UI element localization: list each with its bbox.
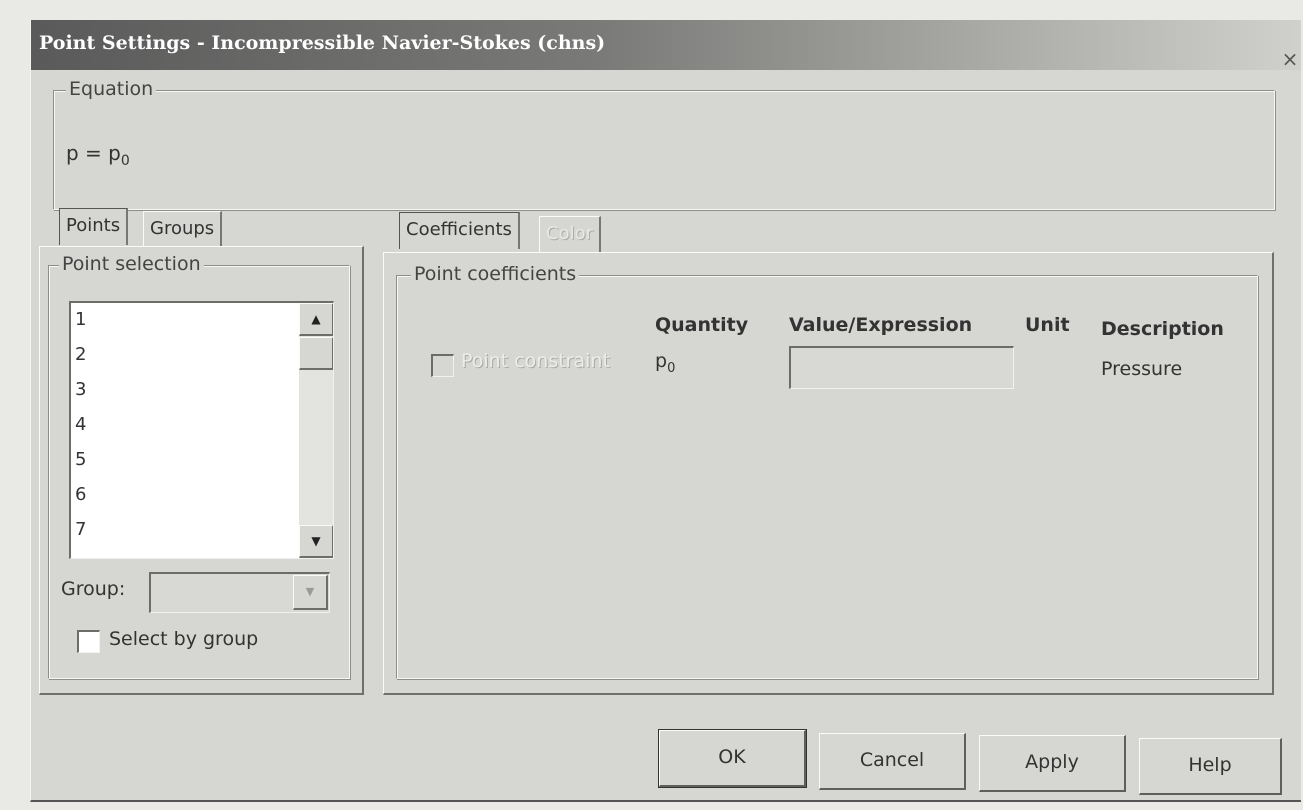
point-constraint-checkbox[interactable]	[431, 354, 454, 377]
point-coefficients-label: Point coefficients	[411, 263, 580, 285]
scroll-thumb[interactable]	[299, 337, 333, 370]
tab-color[interactable]: Color	[539, 216, 601, 253]
column-header-description: Description	[1101, 318, 1224, 340]
tab-groups[interactable]: Groups	[143, 211, 223, 248]
title-bar[interactable]: Point Settings - Incompressible Navier-S…	[31, 20, 1301, 70]
column-header-value: Value/Expression	[789, 314, 973, 336]
chevron-down-icon[interactable]: ▼	[293, 575, 328, 610]
list-scrollbar[interactable]: ▲ ▼	[299, 303, 333, 558]
list-item[interactable]: 6	[75, 485, 86, 505]
group-combo-label: Group:	[61, 578, 126, 600]
scroll-down-icon[interactable]: ▼	[299, 525, 333, 558]
apply-button[interactable]: Apply	[979, 735, 1126, 792]
point-settings-dialog: Point Settings - Incompressible Navier-S…	[30, 20, 1301, 802]
close-icon[interactable]: ×	[1281, 48, 1299, 70]
scroll-up-icon[interactable]: ▲	[299, 303, 333, 336]
equation-formula: p = p0	[66, 141, 130, 169]
quantity-symbol-main: p	[655, 350, 668, 372]
coefficients-tab-panel: Point coefficients Quantity Value/Expres…	[383, 252, 1274, 695]
ok-button[interactable]: OK	[658, 729, 807, 788]
quantity-symbol-subscript: 0	[667, 360, 676, 376]
description-value: Pressure	[1101, 358, 1183, 380]
list-item[interactable]: 2	[75, 345, 86, 365]
points-tab-panel: Point selection 1 2 3 4 5 6 7 ▲ ▼ Group:…	[39, 246, 364, 695]
column-header-unit: Unit	[1025, 314, 1070, 336]
equation-group-label: Equation	[66, 78, 157, 100]
point-constraint-label: Point constraint	[461, 350, 610, 372]
equation-group: Equation p = p0	[53, 78, 1275, 210]
window-title: Point Settings - Incompressible Navier-S…	[39, 32, 606, 54]
column-header-quantity: Quantity	[655, 314, 749, 336]
cancel-button[interactable]: Cancel	[819, 733, 966, 790]
tab-points[interactable]: Points	[59, 208, 129, 245]
list-item[interactable]: 3	[75, 380, 86, 400]
help-button[interactable]: Help	[1139, 738, 1282, 795]
select-by-group-checkbox[interactable]	[77, 630, 100, 653]
list-item[interactable]: 1	[75, 310, 86, 330]
tab-coefficients[interactable]: Coefficients	[399, 212, 520, 249]
select-by-group-label: Select by group	[109, 628, 259, 650]
list-item[interactable]: 5	[75, 450, 86, 470]
point-selection-label: Point selection	[59, 253, 204, 275]
value-expression-input[interactable]	[789, 346, 1014, 389]
point-listbox[interactable]: 1 2 3 4 5 6 7 ▲ ▼	[69, 301, 334, 559]
quantity-symbol: p0	[655, 350, 675, 376]
point-coefficients-group: Point coefficients Quantity Value/Expres…	[396, 263, 1258, 679]
equation-formula-subscript: 0	[120, 153, 130, 169]
list-item[interactable]: 4	[75, 415, 86, 435]
group-combo[interactable]: ▼	[149, 572, 330, 613]
equation-formula-main: p = p	[66, 141, 121, 165]
list-item[interactable]: 7	[75, 520, 86, 540]
point-selection-group: Point selection 1 2 3 4 5 6 7 ▲ ▼ Group:…	[48, 253, 350, 679]
